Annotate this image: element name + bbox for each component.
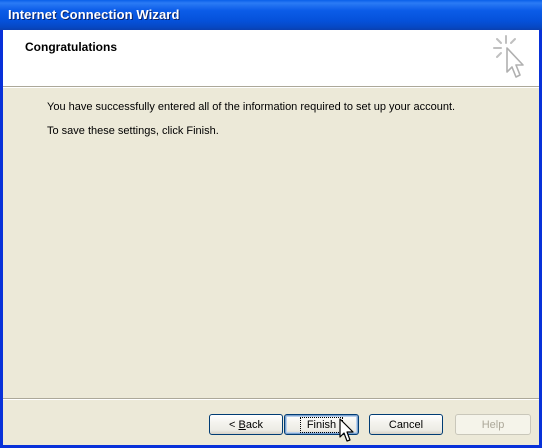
cancel-button[interactable]: Cancel xyxy=(369,414,443,435)
cancel-button-label: Cancel xyxy=(388,418,424,431)
title-bar[interactable]: Internet Connection Wizard xyxy=(0,0,542,30)
finish-button-label: Finish xyxy=(299,416,344,433)
back-button-suffix: ack xyxy=(245,418,263,431)
window-title: Internet Connection Wizard xyxy=(8,7,180,22)
wizard-header: Congratulations xyxy=(3,30,539,87)
wizard-window: Internet Connection Wizard Congratulatio… xyxy=(0,0,542,448)
footer-divider xyxy=(3,398,539,400)
finish-instruction: To save these settings, click Finish. xyxy=(47,125,219,137)
header-divider xyxy=(3,87,539,88)
back-button[interactable]: < Back xyxy=(209,414,283,435)
success-message: You have successfully entered all of the… xyxy=(47,101,456,113)
back-button-mnemonic: B xyxy=(238,418,246,431)
help-button[interactable]: Help xyxy=(455,414,531,435)
back-button-prefix: < xyxy=(229,418,239,431)
page-title: Congratulations xyxy=(25,40,117,54)
mouse-pointer-icon xyxy=(339,418,354,442)
wizard-cursor-sparkle-icon xyxy=(493,35,524,78)
help-button-label: Help xyxy=(481,418,505,431)
